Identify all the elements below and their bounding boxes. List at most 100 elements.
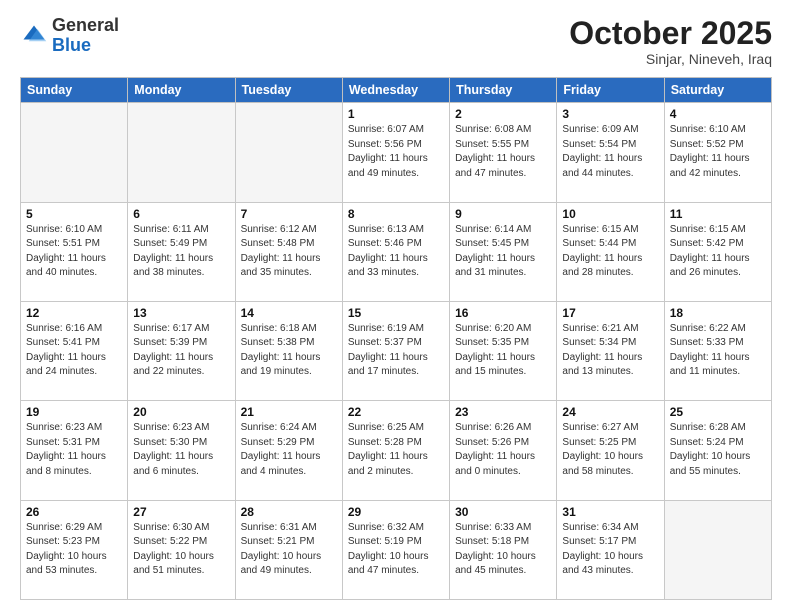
day-info: Sunrise: 6:24 AM Sunset: 5:29 PM Dayligh…: [241, 421, 337, 479]
day-cell: 4 Sunrise: 6:10 AM Sunset: 5:52 PM Daylig…: [664, 103, 771, 202]
week-row-2: 5 Sunrise: 6:10 AM Sunset: 5:51 PM Daylig…: [21, 202, 772, 301]
day-cell: 14 Sunrise: 6:18 AM Sunset: 5:38 PM Dayli…: [235, 301, 342, 400]
day-cell: 8 Sunrise: 6:13 AM Sunset: 5:46 PM Daylig…: [342, 202, 449, 301]
day-number: 15: [348, 306, 444, 320]
day-info: Sunrise: 6:25 AM Sunset: 5:28 PM Dayligh…: [348, 421, 444, 479]
day-info: Sunrise: 6:29 AM Sunset: 5:23 PM Dayligh…: [26, 521, 122, 579]
day-cell: 15Sunrise: 6:19 AM Sunset: 5:37 PM Dayli…: [342, 301, 449, 400]
day-number: 11: [670, 207, 766, 221]
month-title: October 2025: [569, 16, 772, 51]
day-cell: 17Sunrise: 6:21 AM Sunset: 5:34 PM Dayli…: [557, 301, 664, 400]
day-number: 31: [562, 505, 658, 519]
day-info: Sunrise: 6:33 AM Sunset: 5:18 PM Dayligh…: [455, 521, 551, 579]
day-number: 12: [26, 306, 122, 320]
day-number: 19: [26, 405, 122, 419]
day-number: 22: [348, 405, 444, 419]
day-number: 9: [455, 207, 551, 221]
day-cell: 16Sunrise: 6:20 AM Sunset: 5:35 PM Dayli…: [450, 301, 557, 400]
day-info: Sunrise: 6:07 AM Sunset: 5:56 PM Dayligh…: [348, 123, 444, 181]
page: GeneralBlue October 2025 Sinjar, Nineveh…: [0, 0, 792, 612]
day-cell: 21 Sunrise: 6:24 AM Sunset: 5:29 PM Dayli…: [235, 401, 342, 500]
day-info: Sunrise: 6:09 AM Sunset: 5:54 PM Dayligh…: [562, 123, 658, 181]
day-info: Sunrise: 6:27 AM Sunset: 5:25 PM Dayligh…: [562, 421, 658, 479]
weekday-thursday: Thursday: [450, 78, 557, 103]
day-cell: 26 Sunrise: 6:29 AM Sunset: 5:23 PM Dayli…: [21, 500, 128, 599]
day-info: Sunrise: 6:21 AM Sunset: 5:34 PM Dayligh…: [562, 322, 658, 380]
day-info: Sunrise: 6:16 AM Sunset: 5:41 PM Dayligh…: [26, 322, 122, 380]
day-info: Sunrise: 6:23 AM Sunset: 5:31 PM Dayligh…: [26, 421, 122, 479]
day-cell: 10 Sunrise: 6:15 AM Sunset: 5:44 PM Dayli…: [557, 202, 664, 301]
logo-blue: Blue: [52, 35, 91, 55]
day-cell: [128, 103, 235, 202]
day-info: Sunrise: 6:15 AM Sunset: 5:44 PM Dayligh…: [562, 223, 658, 281]
week-row-4: 19 Sunrise: 6:23 AM Sunset: 5:31 PM Dayli…: [21, 401, 772, 500]
day-cell: [235, 103, 342, 202]
day-info: Sunrise: 6:17 AM Sunset: 5:39 PM Dayligh…: [133, 322, 229, 380]
day-info: Sunrise: 6:22 AM Sunset: 5:33 PM Dayligh…: [670, 322, 766, 380]
day-cell: 24 Sunrise: 6:27 AM Sunset: 5:25 PM Dayli…: [557, 401, 664, 500]
calendar: SundayMondayTuesdayWednesdayThursdayFrid…: [20, 77, 772, 600]
day-cell: 19 Sunrise: 6:23 AM Sunset: 5:31 PM Dayli…: [21, 401, 128, 500]
day-info: Sunrise: 6:12 AM Sunset: 5:48 PM Dayligh…: [241, 223, 337, 281]
day-info: Sunrise: 6:14 AM Sunset: 5:45 PM Dayligh…: [455, 223, 551, 281]
title-block: October 2025 Sinjar, Nineveh, Iraq: [569, 16, 772, 67]
day-cell: [664, 500, 771, 599]
week-row-5: 26 Sunrise: 6:29 AM Sunset: 5:23 PM Dayli…: [21, 500, 772, 599]
day-cell: 25 Sunrise: 6:28 AM Sunset: 5:24 PM Dayli…: [664, 401, 771, 500]
day-number: 2: [455, 107, 551, 121]
logo-general: General: [52, 15, 119, 35]
day-info: Sunrise: 6:11 AM Sunset: 5:49 PM Dayligh…: [133, 223, 229, 281]
day-number: 7: [241, 207, 337, 221]
day-cell: 28Sunrise: 6:31 AM Sunset: 5:21 PM Dayli…: [235, 500, 342, 599]
day-number: 14: [241, 306, 337, 320]
day-number: 13: [133, 306, 229, 320]
day-cell: 1 Sunrise: 6:07 AM Sunset: 5:56 PM Daylig…: [342, 103, 449, 202]
day-number: 10: [562, 207, 658, 221]
header: GeneralBlue October 2025 Sinjar, Nineveh…: [20, 16, 772, 67]
logo-text: GeneralBlue: [52, 16, 119, 56]
day-cell: 3 Sunrise: 6:09 AM Sunset: 5:54 PM Daylig…: [557, 103, 664, 202]
week-row-3: 12 Sunrise: 6:16 AM Sunset: 5:41 PM Dayli…: [21, 301, 772, 400]
day-number: 25: [670, 405, 766, 419]
week-row-1: 1 Sunrise: 6:07 AM Sunset: 5:56 PM Daylig…: [21, 103, 772, 202]
day-number: 1: [348, 107, 444, 121]
day-info: Sunrise: 6:13 AM Sunset: 5:46 PM Dayligh…: [348, 223, 444, 281]
day-cell: 20Sunrise: 6:23 AM Sunset: 5:30 PM Dayli…: [128, 401, 235, 500]
day-number: 5: [26, 207, 122, 221]
day-cell: 27 Sunrise: 6:30 AM Sunset: 5:22 PM Dayli…: [128, 500, 235, 599]
day-info: Sunrise: 6:18 AM Sunset: 5:38 PM Dayligh…: [241, 322, 337, 380]
weekday-monday: Monday: [128, 78, 235, 103]
day-cell: 11Sunrise: 6:15 AM Sunset: 5:42 PM Dayli…: [664, 202, 771, 301]
day-number: 21: [241, 405, 337, 419]
day-info: Sunrise: 6:10 AM Sunset: 5:51 PM Dayligh…: [26, 223, 122, 281]
weekday-wednesday: Wednesday: [342, 78, 449, 103]
day-number: 29: [348, 505, 444, 519]
day-info: Sunrise: 6:34 AM Sunset: 5:17 PM Dayligh…: [562, 521, 658, 579]
day-number: 20: [133, 405, 229, 419]
logo: GeneralBlue: [20, 16, 119, 56]
day-cell: [21, 103, 128, 202]
day-number: 26: [26, 505, 122, 519]
day-number: 8: [348, 207, 444, 221]
day-info: Sunrise: 6:30 AM Sunset: 5:22 PM Dayligh…: [133, 521, 229, 579]
weekday-sunday: Sunday: [21, 78, 128, 103]
day-number: 27: [133, 505, 229, 519]
day-info: Sunrise: 6:32 AM Sunset: 5:19 PM Dayligh…: [348, 521, 444, 579]
weekday-saturday: Saturday: [664, 78, 771, 103]
day-cell: 30Sunrise: 6:33 AM Sunset: 5:18 PM Dayli…: [450, 500, 557, 599]
weekday-friday: Friday: [557, 78, 664, 103]
day-cell: 23Sunrise: 6:26 AM Sunset: 5:26 PM Dayli…: [450, 401, 557, 500]
day-number: 24: [562, 405, 658, 419]
day-number: 23: [455, 405, 551, 419]
day-info: Sunrise: 6:10 AM Sunset: 5:52 PM Dayligh…: [670, 123, 766, 181]
day-cell: 6 Sunrise: 6:11 AM Sunset: 5:49 PM Daylig…: [128, 202, 235, 301]
day-cell: 9 Sunrise: 6:14 AM Sunset: 5:45 PM Daylig…: [450, 202, 557, 301]
day-number: 4: [670, 107, 766, 121]
day-number: 6: [133, 207, 229, 221]
day-cell: 2Sunrise: 6:08 AM Sunset: 5:55 PM Daylig…: [450, 103, 557, 202]
day-number: 3: [562, 107, 658, 121]
weekday-header-row: SundayMondayTuesdayWednesdayThursdayFrid…: [21, 78, 772, 103]
day-info: Sunrise: 6:20 AM Sunset: 5:35 PM Dayligh…: [455, 322, 551, 380]
day-info: Sunrise: 6:28 AM Sunset: 5:24 PM Dayligh…: [670, 421, 766, 479]
day-cell: 5 Sunrise: 6:10 AM Sunset: 5:51 PM Daylig…: [21, 202, 128, 301]
